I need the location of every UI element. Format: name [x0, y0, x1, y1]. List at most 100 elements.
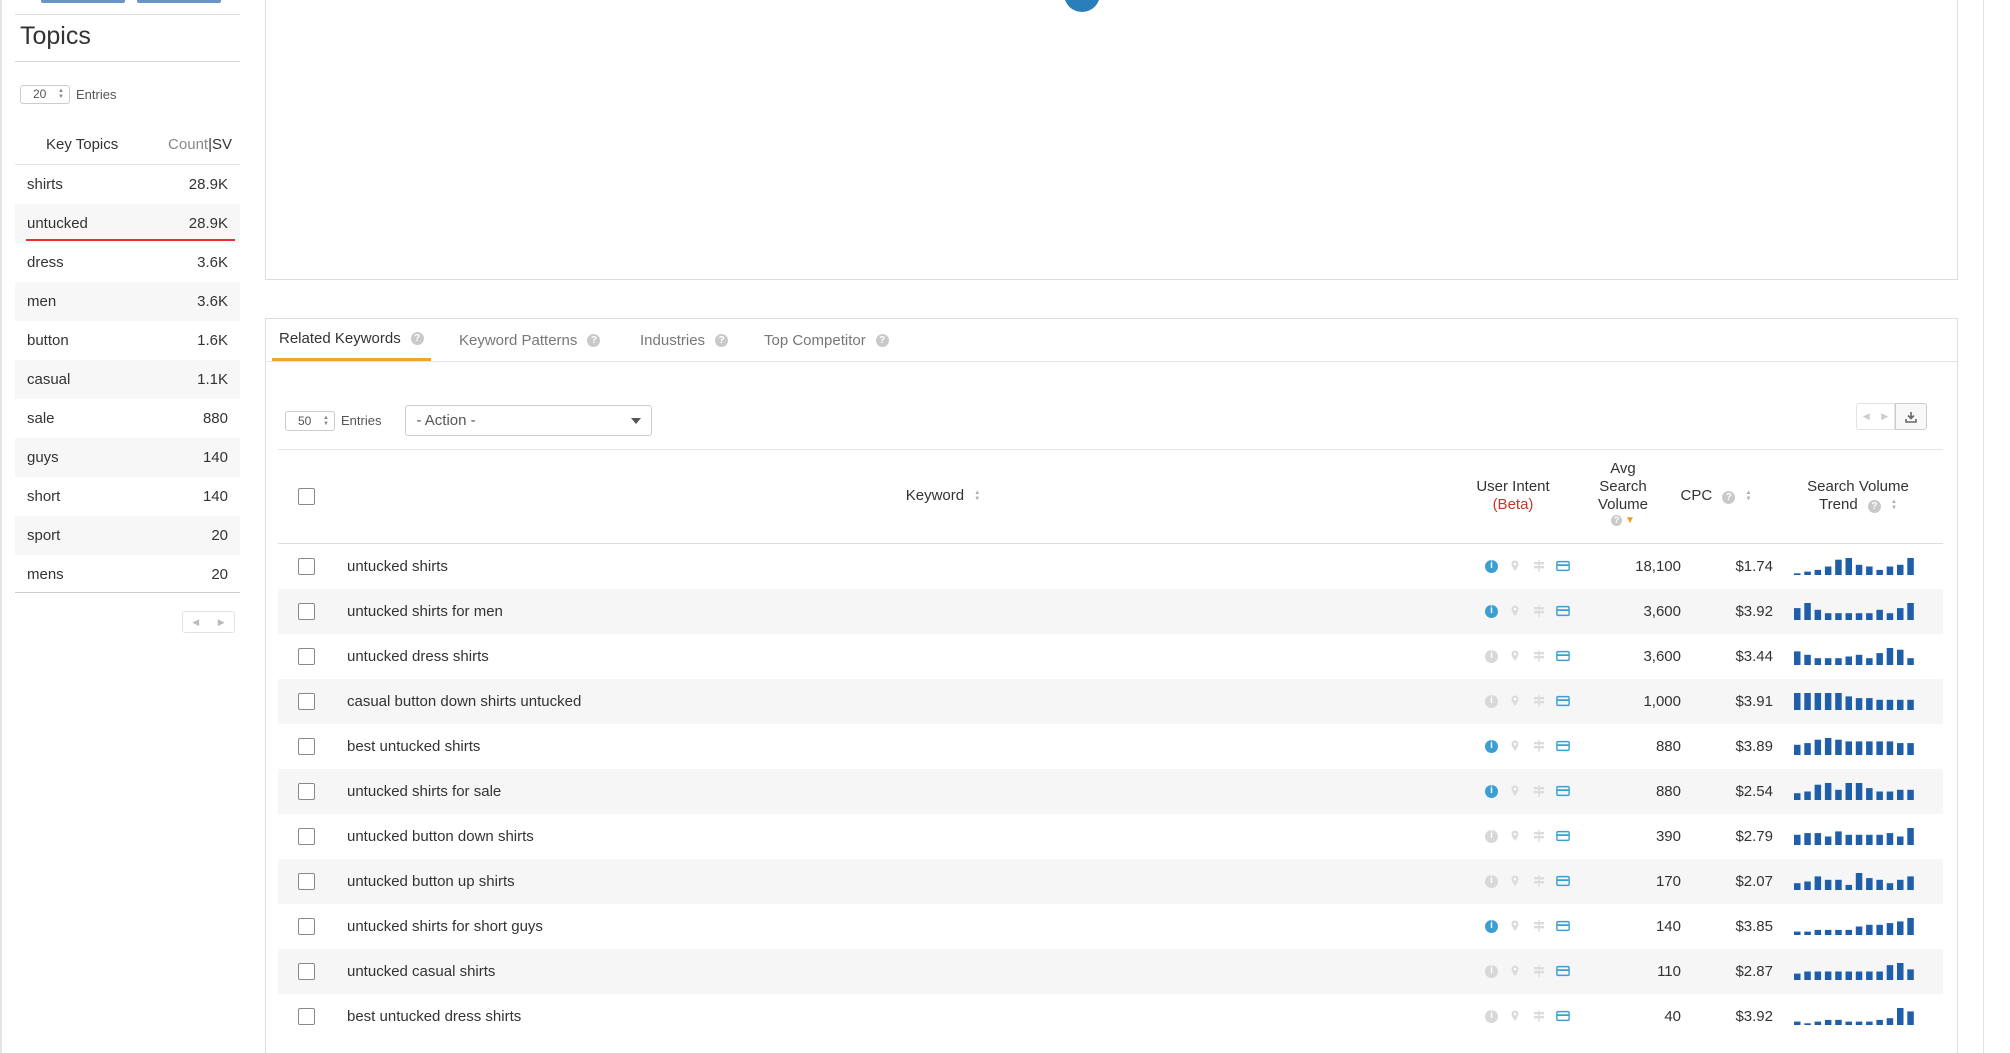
sort-icon[interactable]: ▲ ▼ — [1746, 490, 1752, 502]
info-icon[interactable]: i — [1485, 604, 1498, 618]
graph-node[interactable] — [1064, 0, 1100, 12]
topic-name[interactable]: untucked — [15, 215, 189, 232]
action-select[interactable]: - Action - — [405, 405, 653, 436]
topic-row[interactable]: sport 20 — [15, 516, 240, 555]
col-avg-search-volume[interactable]: Avg Search Volume ? ▼ — [1588, 460, 1658, 528]
keyword-text[interactable]: best untucked dress shirts — [347, 994, 521, 1039]
topic-row[interactable]: dress 3.6K — [15, 243, 240, 282]
credit-card-icon — [1556, 965, 1570, 977]
row-checkbox[interactable] — [298, 918, 315, 935]
question-icon[interactable]: ? — [875, 333, 889, 347]
row-checkbox[interactable] — [298, 693, 315, 710]
top-link-underline-1[interactable] — [41, 0, 125, 3]
info-icon[interactable]: i — [1485, 649, 1498, 663]
topic-row[interactable]: mens 20 — [15, 555, 240, 594]
topics-prev-icon[interactable]: ◀ — [192, 617, 199, 628]
col-count-sv[interactable]: Count|SV — [165, 136, 240, 153]
keyword-text[interactable]: untucked shirts for sale — [347, 769, 501, 814]
keyword-next-icon[interactable]: ▶ — [1881, 411, 1888, 422]
topics-entries-spinner[interactable]: 20 ▲ ▼ — [20, 84, 70, 104]
trend-bar — [1824, 783, 1832, 800]
question-icon[interactable]: ? — [1867, 500, 1881, 513]
topic-row[interactable]: sale 880 — [15, 399, 240, 438]
keyword-text[interactable]: best untucked shirts — [347, 724, 480, 769]
col-search-volume-trend[interactable]: Search Volume Trend ? ▲ ▼ — [1788, 478, 1928, 514]
info-icon[interactable]: i — [1485, 559, 1498, 573]
topic-name[interactable]: shirts — [15, 176, 189, 193]
tab-industries[interactable]: Industries ? — [633, 319, 735, 361]
topic-row[interactable]: short 140 — [15, 477, 240, 516]
row-checkbox[interactable] — [298, 828, 315, 845]
keyword-text[interactable]: untucked button down shirts — [347, 814, 534, 859]
info-icon[interactable]: i — [1485, 964, 1498, 978]
topic-row[interactable]: untucked 28.9K — [15, 204, 240, 243]
tab-related-keywords[interactable]: Related Keywords ? — [272, 319, 431, 361]
top-link-underline-2[interactable] — [137, 0, 221, 3]
question-icon[interactable]: ? — [1722, 491, 1736, 504]
trend-bar — [1886, 699, 1894, 710]
trend-bar — [1886, 883, 1894, 890]
topic-name[interactable]: sale — [15, 410, 203, 427]
col-key-topics[interactable]: Key Topics — [15, 136, 165, 153]
keyword-text[interactable]: untucked shirts for short guys — [347, 904, 543, 949]
info-icon[interactable]: i — [1485, 874, 1498, 888]
question-icon[interactable]: ? — [410, 332, 424, 345]
trend-bar — [1794, 834, 1801, 845]
topic-name[interactable]: button — [15, 332, 197, 349]
topic-row[interactable]: button 1.6K — [15, 321, 240, 360]
col-cpc[interactable]: CPC ? ▲ ▼ — [1676, 487, 1756, 505]
topic-name[interactable]: mens — [15, 566, 211, 583]
row-checkbox[interactable] — [298, 873, 315, 890]
trend-sparkline — [1794, 693, 1914, 710]
info-icon[interactable]: i — [1485, 1009, 1498, 1023]
topics-next-icon[interactable]: ▶ — [218, 617, 225, 628]
col-user-intent: User Intent (Beta) — [1458, 478, 1568, 514]
col-count-label[interactable]: Count — [168, 136, 208, 153]
topic-row[interactable]: guys 140 — [15, 438, 240, 477]
keyword-text[interactable]: casual button down shirts untucked — [347, 679, 581, 724]
row-checkbox[interactable] — [298, 738, 315, 755]
info-icon[interactable]: i — [1485, 829, 1498, 843]
keyword-text[interactable]: untucked casual shirts — [347, 949, 495, 994]
keyword-prev-icon[interactable]: ◀ — [1863, 411, 1870, 422]
keyword-text[interactable]: untucked shirts for men — [347, 589, 503, 634]
sort-icon[interactable]: ▲ ▼ — [1891, 499, 1897, 511]
topic-name[interactable]: guys — [15, 449, 203, 466]
row-checkbox[interactable] — [298, 1008, 315, 1025]
keyword-text[interactable]: untucked button up shirts — [347, 859, 515, 904]
topic-name[interactable]: dress — [15, 254, 197, 271]
cpc-value: $3.91 — [1735, 693, 1773, 710]
select-all-checkbox[interactable] — [298, 488, 315, 505]
info-icon[interactable]: i — [1485, 919, 1498, 933]
topic-row[interactable]: men 3.6K — [15, 282, 240, 321]
row-checkbox[interactable] — [298, 648, 315, 665]
row-checkbox[interactable] — [298, 603, 315, 620]
topic-row[interactable]: casual 1.1K — [15, 360, 240, 399]
question-icon[interactable]: ? — [1611, 515, 1623, 526]
topic-row[interactable]: shirts 28.9K — [15, 165, 240, 204]
topic-name[interactable]: men — [15, 293, 197, 310]
row-checkbox[interactable] — [298, 783, 315, 800]
spinner-arrows-icon[interactable]: ▲ ▼ — [323, 415, 329, 427]
info-icon[interactable]: i — [1485, 739, 1498, 753]
topic-name[interactable]: short — [15, 488, 203, 505]
question-icon[interactable]: ? — [715, 333, 729, 347]
topic-name[interactable]: casual — [15, 371, 197, 388]
download-button[interactable] — [1895, 403, 1927, 430]
info-icon[interactable]: i — [1485, 694, 1498, 708]
info-icon[interactable]: i — [1485, 784, 1498, 798]
question-icon[interactable]: ? — [587, 333, 601, 347]
col-keyword[interactable]: Keyword ▲ ▼ — [863, 487, 1023, 505]
sort-desc-icon[interactable]: ▼ — [1625, 515, 1635, 526]
row-checkbox[interactable] — [298, 963, 315, 980]
topic-name[interactable]: sport — [15, 527, 211, 544]
keyword-entries-spinner[interactable]: 50 ▲ ▼ — [285, 410, 335, 431]
spinner-arrows-icon[interactable]: ▲ ▼ — [58, 88, 64, 100]
keyword-text[interactable]: untucked shirts — [347, 544, 448, 589]
keyword-text[interactable]: untucked dress shirts — [347, 634, 489, 679]
tab-keyword-patterns[interactable]: Keyword Patterns ? — [452, 319, 607, 361]
row-checkbox[interactable] — [298, 558, 315, 575]
col-sv-label[interactable]: SV — [212, 136, 232, 153]
tab-top-competitor[interactable]: Top Competitor ? — [757, 319, 896, 361]
sort-icon[interactable]: ▲ ▼ — [974, 490, 980, 502]
